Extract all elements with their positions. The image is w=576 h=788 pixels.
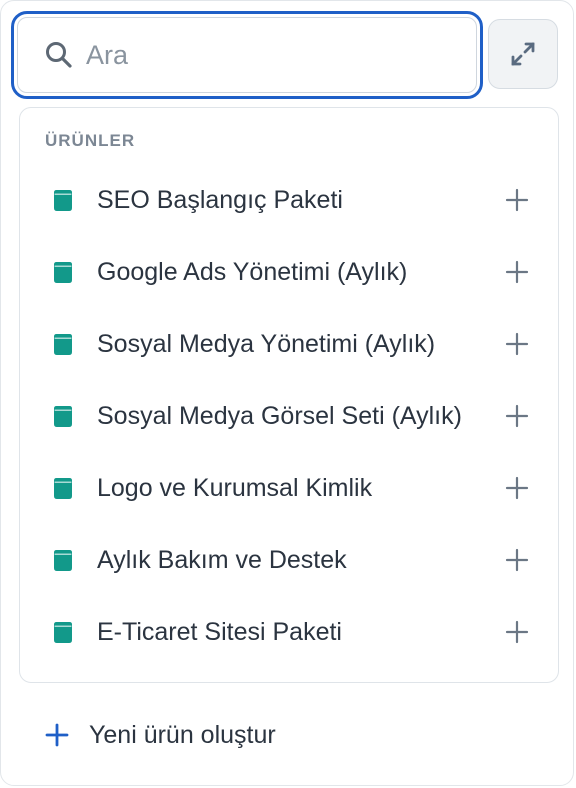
search-focus-ring — [11, 11, 483, 99]
list-item-label: Google Ads Yönetimi (Aylık) — [97, 258, 408, 286]
create-product-button[interactable]: Yeni ürün oluştur — [45, 713, 276, 757]
list-item[interactable]: E-Ticaret Sitesi Paketi — [20, 596, 558, 668]
list-item-label: E-Ticaret Sitesi Paketi — [97, 618, 342, 646]
expand-icon — [511, 42, 535, 66]
search-icon — [46, 42, 72, 68]
list-item-label: Sosyal Medya Yönetimi (Aylık) — [97, 330, 436, 358]
plus-icon[interactable] — [504, 403, 530, 429]
plus-icon[interactable] — [504, 619, 530, 645]
plus-icon[interactable] — [504, 187, 530, 213]
list-item[interactable]: Sosyal Medya Görsel Seti (Aylık) — [20, 380, 558, 452]
list-item[interactable]: SEO Başlangıç Paketi — [20, 164, 558, 236]
list-item-label: Logo ve Kurumsal Kimlik — [97, 474, 373, 502]
search-input[interactable] — [86, 39, 446, 71]
plus-icon[interactable] — [504, 331, 530, 357]
product-box-icon — [54, 478, 72, 499]
section-title: ÜRÜNLER — [45, 131, 136, 150]
list-item-label: SEO Başlangıç Paketi — [97, 186, 343, 214]
list-item-label: Sosyal Medya Görsel Seti (Aylık) — [97, 402, 462, 430]
list-item[interactable]: Logo ve Kurumsal Kimlik — [20, 452, 558, 524]
list-item[interactable]: Google Ads Yönetimi (Aylık) — [20, 236, 558, 308]
search-box[interactable] — [17, 17, 477, 93]
list-item-label: Aylık Bakım ve Destek — [97, 546, 347, 574]
product-box-icon — [54, 190, 72, 211]
product-picker-panel: ÜRÜNLER SEO Başlangıç Paketi Google Ads Y… — [0, 0, 574, 786]
products-list-box: ÜRÜNLER SEO Başlangıç Paketi Google Ads Y… — [19, 107, 559, 683]
plus-icon[interactable] — [504, 547, 530, 573]
product-box-icon — [54, 334, 72, 355]
create-product-label: Yeni ürün oluştur — [89, 720, 276, 749]
plus-icon — [45, 723, 69, 747]
plus-icon[interactable] — [504, 475, 530, 501]
products-list: SEO Başlangıç Paketi Google Ads Yönetimi … — [20, 164, 558, 668]
product-box-icon — [54, 622, 72, 643]
product-box-icon — [54, 406, 72, 427]
list-item[interactable]: Sosyal Medya Yönetimi (Aylık) — [20, 308, 558, 380]
list-item[interactable]: Aylık Bakım ve Destek — [20, 524, 558, 596]
product-box-icon — [54, 550, 72, 571]
expand-button[interactable] — [488, 19, 558, 89]
product-box-icon — [54, 262, 72, 283]
plus-icon[interactable] — [504, 259, 530, 285]
